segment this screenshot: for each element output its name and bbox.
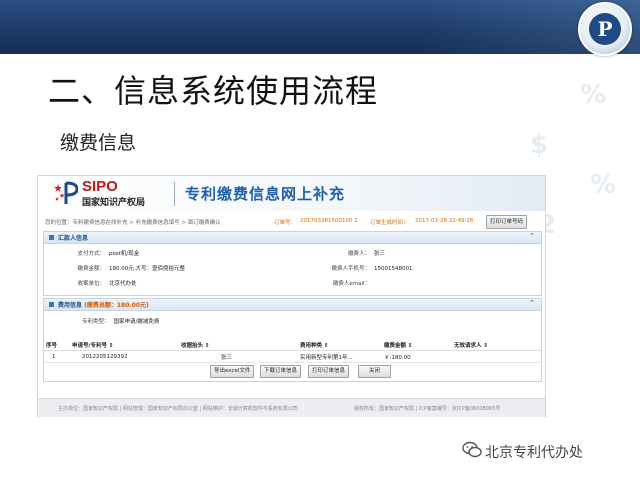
column-header-sortable[interactable]: 申请号/专利号 ⇕ [70, 340, 179, 351]
cell-fee-type: 实用新型专利第1年... [298, 350, 382, 363]
fee-table: 序号 申请号/专利号 ⇕ 收据抬头 ⇕ 费用种类 ⇕ 缴费金额 ⇕ 无效请求人 … [44, 340, 541, 363]
column-header-sortable[interactable]: 收据抬头 ⇕ [179, 340, 298, 351]
download-order-button[interactable]: 下载订单信息 [260, 365, 302, 378]
column-header: 序号 [44, 340, 70, 351]
collapse-chevron-icon[interactable]: ⌃ [529, 232, 535, 240]
field-value: 180.00元 大写：壹佰捌拾元整 [109, 266, 185, 272]
cell-receipt-title: 张三 [179, 350, 298, 363]
fee-total: (缴费总额：180.00元) [84, 302, 149, 309]
payer-panel-header[interactable]: 汇款人信息 ⌃ [44, 232, 541, 244]
cell-invalidation-requester [452, 350, 541, 363]
fee-panel-title: 费用信息 (缴费总额：180.00元) [58, 300, 149, 309]
payment-info-screenshot: SIPO 国家知识产权局 专利缴费信息网上补充 您的位置：专利缴费信息在线补充 … [37, 175, 546, 417]
sipo-star-logo-icon [54, 181, 78, 204]
receiving-office-field: 收案单位： 北京代办处 [50, 279, 137, 287]
field-label: 支付方式： [77, 251, 105, 257]
panel-square-icon [49, 235, 54, 240]
column-header-sortable[interactable]: 缴费金额 ⇕ [382, 340, 452, 351]
brand-en: SIPO [82, 178, 118, 195]
patent-type-value: 国家申请/缴减免费 [113, 319, 160, 325]
column-header-sortable[interactable]: 费用种类 ⇕ [298, 340, 382, 351]
field-label: 缴费人： [347, 251, 370, 257]
field-label: 缴费人email： [332, 281, 370, 287]
payer-info-panel: 汇款人信息 ⌃ 支付方式： post机/现金 缴费金额： 180.00元 大写：壹佰… [43, 231, 542, 296]
print-order-button[interactable]: 打印订单信息 [308, 365, 350, 378]
fee-info-panel: 费用信息 (缴费总额：180.00元) ⌃ 专利类型： 国家申请/缴减免费 序号 … [43, 298, 542, 382]
panel-square-icon [49, 302, 54, 307]
field-label: 缴费人手机号： [331, 266, 370, 272]
cell-index: 1 [44, 350, 70, 363]
payment-method-field: 支付方式： post机/现金 [50, 249, 139, 257]
site-footer: 主办单位：国家知识产权局 | 网站管理：国家知识产权局办公室 | 网站维护：长城… [38, 398, 545, 417]
breadcrumb: 您的位置：专利缴费信息在线补充 > 补充缴费信息填写 > 面订缴费确认 订单号：… [38, 214, 545, 230]
slide-title: 二、信息系统使用流程 [48, 72, 379, 110]
association-logo: P [578, 2, 632, 56]
payer-phone-field: 缴费人手机号： 15001548001 [314, 264, 413, 272]
order-time-label: 订单生成时间： [370, 220, 409, 226]
field-value: 北京代办处 [109, 281, 137, 287]
field-value: 15001548001 [374, 266, 413, 272]
banner-divider [174, 182, 175, 206]
patent-type-label: 专利类型： [82, 319, 110, 325]
close-button[interactable]: 关闭 [358, 365, 392, 378]
payer-email-field: 缴费人email： [314, 279, 374, 287]
order-number-label: 订单号： [274, 220, 297, 226]
logo-letter: P [589, 13, 621, 45]
fee-panel-header[interactable]: 费用信息 (缴费总额：180.00元) ⌃ [44, 299, 541, 311]
collapse-chevron-icon[interactable]: ⌃ [529, 299, 535, 307]
site-banner: SIPO 国家知识产权局 专利缴费信息网上补充 [38, 176, 545, 211]
order-number: 201703281500100 1 [300, 218, 358, 224]
export-excel-button[interactable]: 导出excel文件 [210, 365, 255, 378]
footer-copyright: 版权所有：国家知识产权局 | ICP备案编号：京ICP备06008065号 [354, 406, 501, 412]
banner-title: 专利缴费信息网上补充 [185, 185, 346, 203]
payer-panel-title: 汇款人信息 [58, 235, 89, 242]
slide-subtitle: 缴费信息 [60, 132, 137, 154]
fee-actions: 导出excel文件 下载订单信息 打印订单信息 关闭 [44, 364, 541, 378]
field-label: 缴费金额： [77, 266, 105, 272]
slide-header-bar: P [0, 0, 640, 56]
field-value: post机/现金 [109, 251, 140, 257]
patent-type-field: 专利类型： 国家申请/缴减免费 [82, 317, 159, 325]
column-header-sortable[interactable]: 无效请求人 ⇕ [452, 340, 541, 351]
breadcrumb-path: 您的位置：专利缴费信息在线补充 > 补充缴费信息填写 > 面订缴费确认 [45, 220, 221, 226]
brand-cn: 国家知识产权局 [82, 198, 146, 208]
order-time: 2017-03-28 22:49:26 [415, 218, 474, 224]
payer-name-field: 缴费人： 张三 [314, 249, 385, 257]
cell-application-no: 2012205129392 [70, 350, 179, 363]
field-label: 收案单位： [77, 281, 105, 287]
fee-panel-title-text: 费用信息 [58, 302, 83, 309]
payment-amount-field: 缴费金额： 180.00元 大写：壹佰捌拾元整 [50, 264, 185, 272]
cell-amount: ￥:180.00 [382, 350, 452, 363]
print-order-number-button[interactable]: 打印订单号码 [485, 215, 527, 229]
footer-sponsor: 主办单位：国家知识产权局 | 网站管理：国家知识产权局办公室 | 网站维护：长城… [58, 406, 298, 412]
fee-table-header: 序号 申请号/专利号 ⇕ 收据抬头 ⇕ 费用种类 ⇕ 缴费金额 ⇕ 无效请求人 … [44, 340, 541, 351]
field-value: 张三 [374, 251, 386, 257]
wechat-icon [462, 441, 482, 458]
watermark-text: 北京专利代办处 [485, 445, 583, 461]
table-row: 1 2012205129392 张三 实用新型专利第1年... ￥:180.00 [44, 350, 541, 363]
